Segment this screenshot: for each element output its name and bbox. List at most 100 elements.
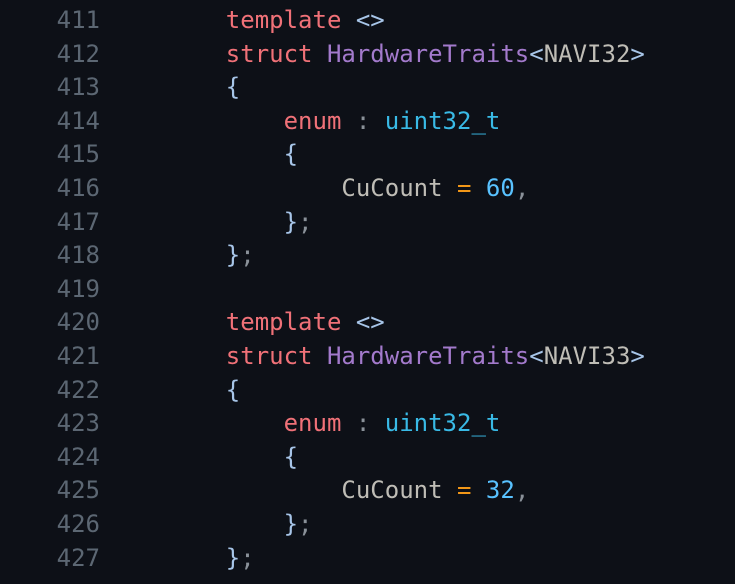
code-line[interactable]: 416 CuCount = 60,	[0, 172, 735, 206]
code-line-content[interactable]: {	[100, 138, 735, 172]
code-token-keyword: template	[225, 308, 342, 337]
code-line[interactable]: 417 };	[0, 206, 735, 240]
code-token-keyword: template	[225, 6, 342, 34]
code-token-angle: >	[630, 341, 645, 370]
code-line[interactable]: 413 {	[0, 71, 735, 105]
code-line-content[interactable]: enum : uint32_t	[100, 407, 735, 441]
code-token-punct: ;	[240, 543, 255, 572]
code-token-punct: ,	[514, 173, 530, 202]
line-number: 420	[56, 308, 100, 337]
code-line[interactable]: 415 {	[0, 138, 735, 172]
code-line-content[interactable]: };	[100, 542, 735, 576]
code-line[interactable]: 426 };	[0, 508, 735, 542]
line-number: 421	[56, 341, 100, 370]
code-line-content[interactable]: {	[100, 441, 735, 475]
code-token-punct: :	[355, 409, 371, 438]
code-token-brace: {	[225, 73, 241, 102]
code-line-content[interactable]: template <>	[100, 306, 735, 340]
code-line-content[interactable]: struct HardwareTraits<NAVI33>	[100, 340, 735, 374]
code-line[interactable]: 420 template <>	[0, 306, 735, 340]
code-line[interactable]: 414 enum : uint32_t	[0, 105, 735, 139]
code-line[interactable]: 427 };	[0, 542, 735, 576]
code-line[interactable]: 424 {	[0, 441, 735, 475]
code-line-content[interactable]: CuCount = 32,	[100, 474, 735, 508]
code-token-ident: NAVI33	[543, 341, 631, 370]
code-line-content[interactable]: template <>	[100, 4, 735, 38]
code-token-angle: <	[529, 39, 544, 68]
code-token-keyword: struct	[225, 341, 313, 370]
code-line[interactable]: 422 {	[0, 374, 735, 408]
code-line[interactable]: 418 };	[0, 239, 735, 273]
code-token-type: HardwareTraits	[326, 39, 530, 68]
code-line[interactable]: 421 struct HardwareTraits<NAVI33>	[0, 340, 735, 374]
code-token-brace: }	[283, 207, 299, 236]
code-token-ident: NAVI32	[543, 39, 631, 68]
code-token-keyword: struct	[225, 39, 313, 68]
code-token-angle: >	[630, 39, 645, 68]
code-line-content[interactable]: enum : uint32_t	[100, 105, 735, 139]
line-number: 426	[56, 509, 100, 538]
line-number: 414	[56, 106, 100, 135]
line-number: 418	[56, 241, 100, 270]
code-token-punct: ,	[514, 476, 530, 505]
code-token-ident: CuCount	[341, 173, 443, 202]
code-lines-container: 411 template <> 412 struct HardwareTraits…	[0, 4, 735, 575]
code-line-content[interactable]: };	[100, 508, 735, 542]
code-token-ident: CuCount	[341, 476, 443, 505]
code-line[interactable]: 423 enum : uint32_t	[0, 407, 735, 441]
code-line-content[interactable]: {	[100, 71, 735, 105]
code-token-brace: }	[225, 241, 241, 270]
line-number: 427	[56, 543, 100, 572]
code-token-brace: }	[225, 543, 241, 572]
code-token-angle: <>	[355, 6, 385, 34]
code-token-number: 32	[485, 476, 515, 505]
line-number: 411	[56, 6, 100, 34]
code-line-content[interactable]: struct HardwareTraits<NAVI32>	[100, 38, 735, 72]
code-line-content[interactable]: };	[100, 239, 735, 273]
line-number: 417	[56, 207, 100, 236]
code-token-brace: }	[283, 509, 299, 538]
code-token-type: HardwareTraits	[326, 341, 530, 370]
code-token-angle: <	[529, 341, 544, 370]
code-line-content[interactable]: };	[100, 206, 735, 240]
code-token-brace: {	[283, 442, 299, 471]
line-number: 413	[56, 73, 100, 102]
code-line[interactable]: 425 CuCount = 32,	[0, 474, 735, 508]
code-line-content[interactable]: {	[100, 374, 735, 408]
code-line[interactable]: 419	[0, 273, 735, 307]
line-number: 423	[56, 409, 100, 438]
code-token-builtin: uint32_t	[384, 106, 501, 135]
code-token-punct: :	[355, 106, 371, 135]
code-token-punct: ;	[298, 509, 313, 538]
code-line[interactable]: 412 struct HardwareTraits<NAVI32>	[0, 38, 735, 72]
code-token-punct: ;	[240, 241, 255, 270]
code-line[interactable]: 411 template <>	[0, 4, 735, 38]
code-token-builtin: uint32_t	[384, 409, 501, 438]
code-line-content[interactable]: CuCount = 60,	[100, 172, 735, 206]
code-token-number: 60	[485, 173, 515, 202]
code-token-keyword: enum	[283, 409, 342, 438]
code-editor[interactable]: 411 template <> 412 struct HardwareTraits…	[0, 0, 735, 584]
line-number: 416	[56, 173, 100, 202]
line-number: 415	[56, 140, 100, 169]
